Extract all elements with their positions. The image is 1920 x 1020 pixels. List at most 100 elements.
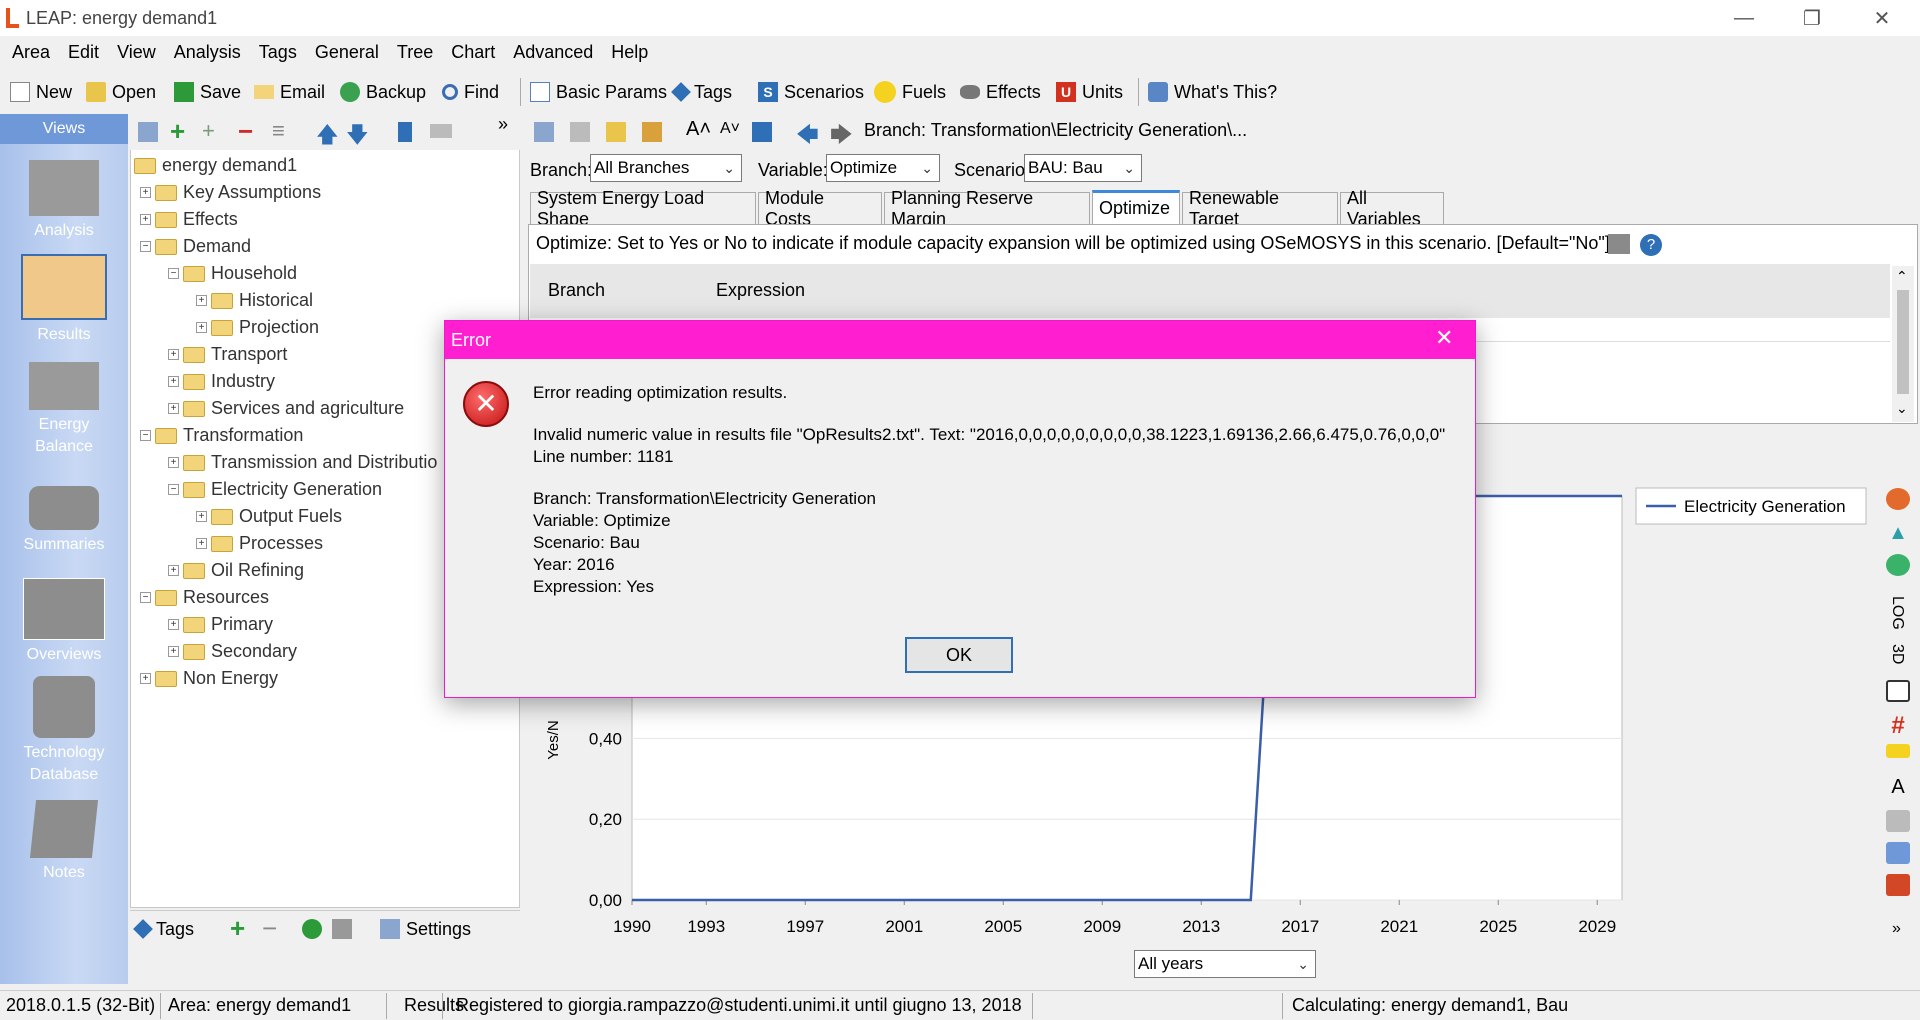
tree-node-processes[interactable]: + Processes — [196, 530, 323, 557]
pie-chart-icon[interactable] — [1886, 488, 1910, 510]
decrease-font-icon[interactable]: A˅ — [720, 120, 740, 138]
menu-advanced[interactable]: Advanced — [507, 38, 599, 67]
expand-icon[interactable]: + — [168, 646, 179, 657]
tab-planning-reserve-margin[interactable]: Planning Reserve Margin — [884, 188, 1090, 229]
branch-select[interactable]: All Branches ⌄ — [590, 154, 742, 182]
print-icon[interactable] — [1886, 810, 1910, 832]
restore-button[interactable]: ❐ — [1780, 0, 1844, 36]
copy-icon[interactable] — [570, 122, 590, 142]
people-icon[interactable] — [752, 122, 772, 142]
expand-icon[interactable]: + — [168, 376, 179, 387]
tree-node-historical[interactable]: + Historical — [196, 287, 313, 314]
properties-icon[interactable] — [138, 122, 158, 142]
expand-icon[interactable]: + — [168, 619, 179, 630]
data-labels-icon[interactable] — [1886, 744, 1910, 758]
scroll-down-icon[interactable]: ⌄ — [1896, 400, 1908, 417]
expand-icon[interactable]: + — [168, 349, 179, 360]
tree-node-transformation[interactable]: − Transformation — [140, 422, 303, 449]
tab-system-energy-load-shape[interactable]: System Energy Load Shape — [530, 188, 756, 229]
expand-icon[interactable]: + — [196, 538, 207, 549]
tags-panel-button[interactable]: Tags — [133, 911, 194, 947]
whats-this-button[interactable]: What's This? — [1148, 74, 1277, 110]
expand-icon[interactable]: + — [168, 457, 179, 468]
dialog-close-icon[interactable]: ✕ — [1435, 325, 1453, 351]
variable-select[interactable]: Optimize ⌄ — [826, 154, 940, 182]
scenarios-button[interactable]: S Scenarios — [758, 74, 864, 110]
tree-node-primary[interactable]: + Primary — [168, 611, 273, 638]
expand-icon[interactable]: + — [168, 403, 179, 414]
backup-button[interactable]: Backup — [340, 74, 426, 110]
copy-chart-icon[interactable] — [1886, 842, 1910, 864]
add-branch-icon[interactable]: + — [170, 116, 185, 147]
save-button[interactable]: Save — [174, 74, 241, 110]
tree-node-effects[interactable]: + Effects — [140, 206, 238, 233]
expand-icon[interactable]: + — [140, 187, 151, 198]
folder-closed-icon[interactable] — [430, 124, 452, 138]
paste-icon[interactable] — [606, 122, 626, 142]
tree-node-transmission[interactable]: + Transmission and Distributio — [168, 449, 437, 476]
collapse-icon[interactable]: − — [140, 592, 151, 603]
column-branch[interactable]: Branch — [548, 280, 605, 301]
effects-button[interactable]: Effects — [960, 74, 1041, 110]
tree-node-services[interactable]: + Services and agriculture — [168, 395, 404, 422]
settings-button[interactable]: Settings — [380, 911, 471, 947]
add-tag-icon[interactable]: + — [230, 913, 245, 944]
menu-view[interactable]: View — [111, 38, 162, 67]
more-chevron-icon[interactable]: » — [498, 114, 508, 135]
tab-all-variables[interactable]: All Variables — [1340, 188, 1444, 229]
3d-toggle[interactable]: 3D — [1888, 644, 1906, 664]
collapse-icon[interactable]: − — [140, 241, 151, 252]
view-technology-database[interactable]: Technology Database — [0, 676, 128, 786]
basic-params-button[interactable]: Basic Params — [530, 74, 667, 110]
view-results[interactable]: Results — [0, 254, 128, 346]
view-overviews[interactable]: Overviews — [0, 578, 128, 666]
tree-node-non-energy[interactable]: + Non Energy — [140, 665, 278, 692]
collapse-icon[interactable]: ≡ — [272, 118, 285, 144]
cut-icon[interactable] — [534, 122, 554, 142]
tree-root[interactable]: energy demand1 — [134, 152, 297, 179]
collapse-icon[interactable]: − — [140, 430, 151, 441]
log-scale-toggle[interactable]: LOG — [1888, 596, 1906, 630]
menu-tree[interactable]: Tree — [391, 38, 439, 67]
new-button[interactable]: New — [10, 74, 72, 110]
open-button[interactable]: Open — [86, 74, 156, 110]
scroll-thumb[interactable] — [1897, 290, 1909, 394]
tag-colors-icon[interactable] — [302, 919, 322, 939]
grid-icon[interactable]: # — [1886, 712, 1910, 739]
move-up-icon[interactable]: 🡅 — [316, 118, 339, 156]
powerpoint-icon[interactable] — [1886, 874, 1910, 896]
close-window-button[interactable]: ✕ — [1850, 0, 1914, 36]
remove-tag-icon[interactable]: − — [262, 913, 277, 944]
notes-flag-icon[interactable] — [1608, 234, 1630, 254]
increase-font-icon[interactable]: A˄ — [686, 118, 711, 141]
delete-branch-icon[interactable]: − — [238, 116, 253, 147]
menu-chart[interactable]: Chart — [445, 38, 501, 67]
find-button[interactable]: Find — [442, 74, 499, 110]
tree-node-demand[interactable]: − Demand — [140, 233, 251, 260]
expand-icon[interactable]: + — [196, 322, 207, 333]
expand-icon[interactable]: + — [168, 565, 179, 576]
expand-icon[interactable]: + — [196, 511, 207, 522]
menu-general[interactable]: General — [309, 38, 385, 67]
menu-help[interactable]: Help — [605, 38, 654, 67]
forward-arrow-icon[interactable]: 🡆 — [830, 118, 853, 156]
view-analysis[interactable]: Analysis — [0, 160, 128, 242]
tree-node-projection[interactable]: + Projection — [196, 314, 319, 341]
tree-node-oil-refining[interactable]: + Oil Refining — [168, 557, 304, 584]
bubble-chart-icon[interactable] — [1886, 554, 1910, 576]
grid-scrollbar[interactable]: ⌃ ⌄ — [1892, 266, 1914, 422]
email-button[interactable]: Email — [254, 74, 325, 110]
tree-outline-icon[interactable] — [398, 122, 412, 142]
tree-node-secondary[interactable]: + Secondary — [168, 638, 297, 665]
move-down-icon[interactable]: 🡇 — [346, 118, 369, 156]
menu-area[interactable]: Area — [6, 38, 56, 67]
more-chevron-icon[interactable]: » — [1892, 920, 1901, 938]
expand-icon[interactable]: + — [140, 673, 151, 684]
expand-icon[interactable]: + — [196, 295, 207, 306]
font-icon[interactable]: A — [1886, 776, 1910, 798]
menu-tags[interactable]: Tags — [253, 38, 303, 67]
view-notes[interactable]: Notes — [0, 800, 128, 884]
tree-node-transport[interactable]: + Transport — [168, 341, 287, 368]
tab-optimize[interactable]: Optimize — [1092, 190, 1180, 224]
menu-analysis[interactable]: Analysis — [168, 38, 247, 67]
